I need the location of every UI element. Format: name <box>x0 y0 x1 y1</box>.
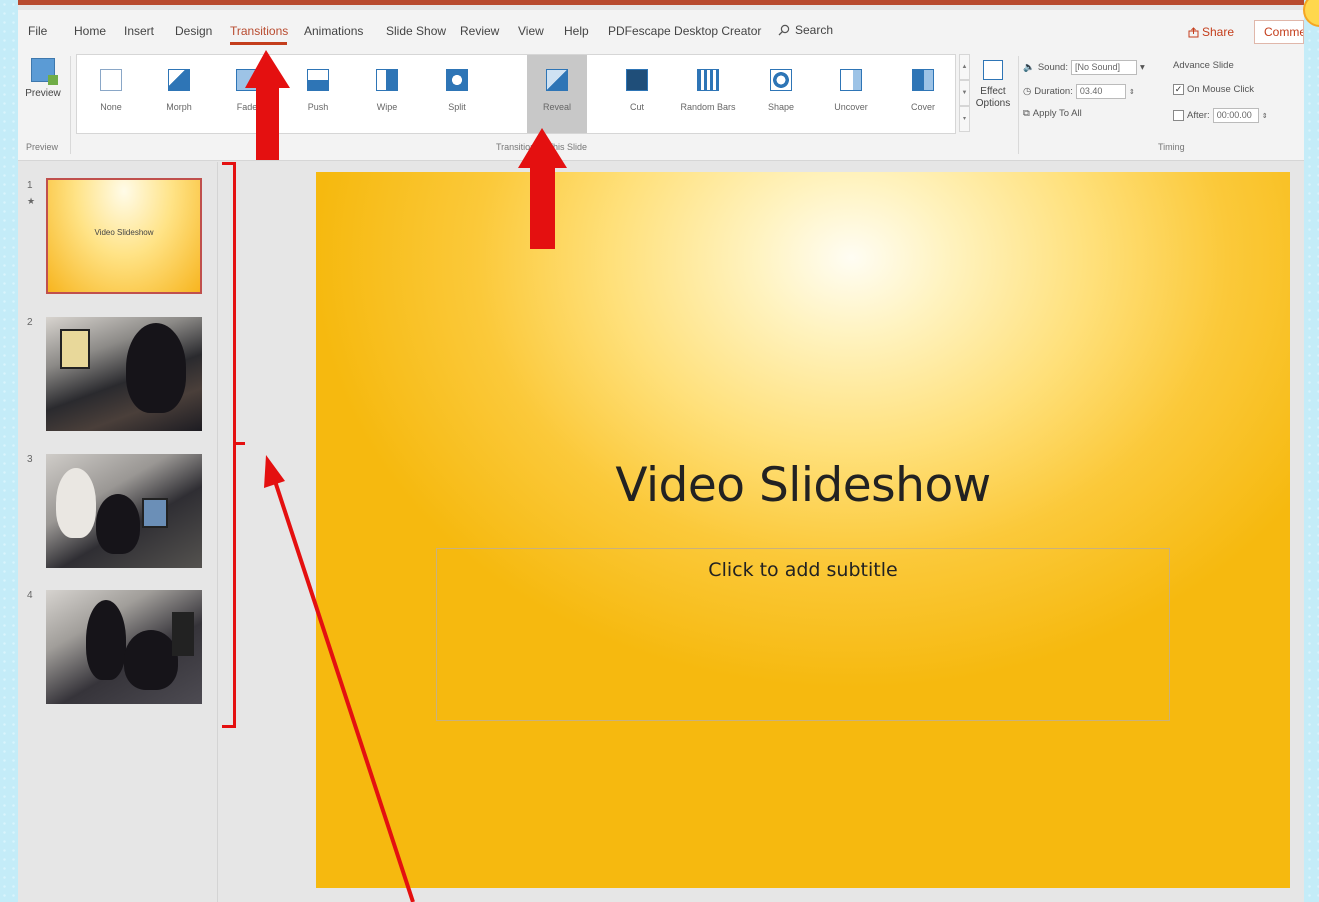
arrow-to-thumbnail-pane <box>264 455 415 902</box>
arrow-to-reveal-transition <box>518 128 567 249</box>
decorative-sun-icon <box>1303 0 1319 27</box>
annotation-layer <box>245 50 567 902</box>
arrow-to-transitions-tab <box>245 50 290 160</box>
